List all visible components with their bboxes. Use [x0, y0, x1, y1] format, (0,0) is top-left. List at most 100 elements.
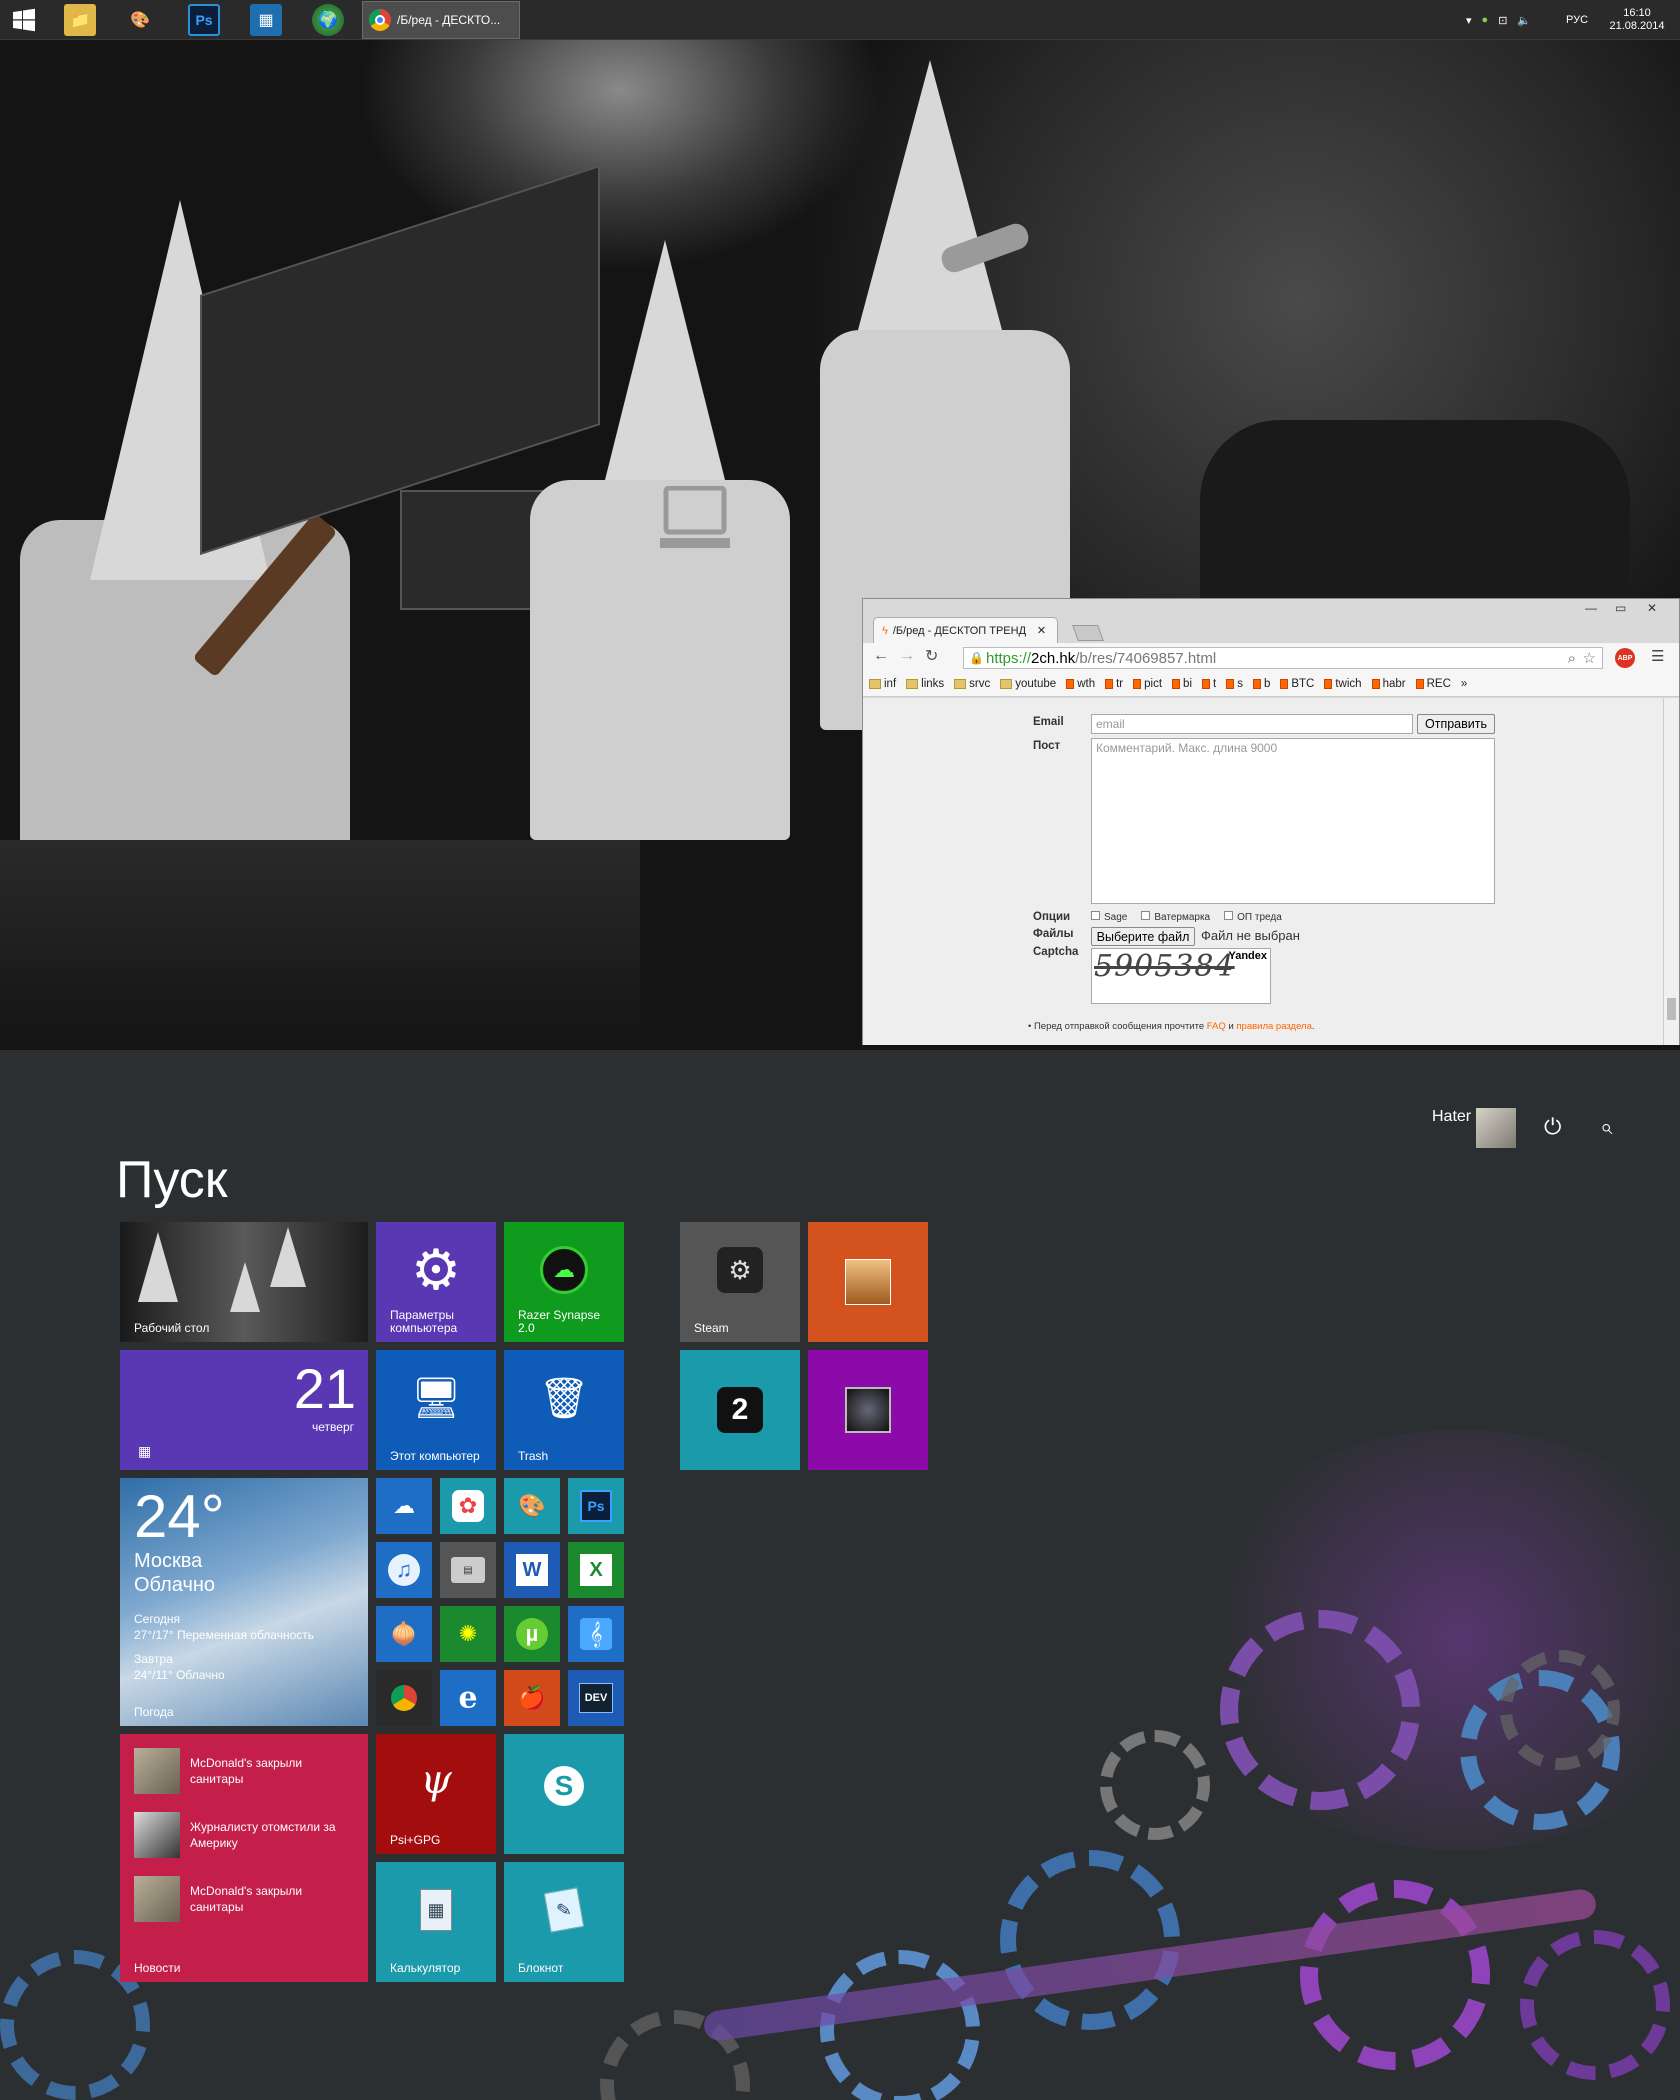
bookmark-star-icon[interactable]: ☆ [1583, 649, 1596, 667]
tile-desktop[interactable]: Рабочий стол [120, 1222, 368, 1342]
tile-ie[interactable]: e [440, 1670, 496, 1726]
tile-tor[interactable]: 🧅 [376, 1606, 432, 1662]
tile-2gis[interactable]: 2 [680, 1350, 800, 1470]
user-name[interactable]: Hater [1432, 1108, 1471, 1126]
tile-apple-app[interactable]: 🍎 [504, 1670, 560, 1726]
tile-calculator[interactable]: ▦ Калькулятор [376, 1862, 496, 1982]
bookmark-item[interactable]: bi [1172, 678, 1192, 690]
bookmark-item[interactable]: s [1226, 678, 1243, 690]
tile-word[interactable]: W [504, 1542, 560, 1598]
tile-photos[interactable]: ✿ [440, 1478, 496, 1534]
address-bar[interactable]: 🔒 https:// 2ch.hk /b/res/74069857.html ⌕… [963, 647, 1603, 669]
razer-cloud-icon: ☁ [540, 1246, 588, 1294]
bookmark-item[interactable]: srvc [954, 678, 990, 690]
bookmark-item[interactable]: twich [1324, 678, 1362, 690]
desktop-computer-icon[interactable] [660, 485, 730, 556]
tray-app-icon[interactable]: ● [1482, 14, 1489, 26]
bookmark-item[interactable]: REC [1415, 678, 1451, 690]
tile-chrome[interactable] [376, 1670, 432, 1726]
tile-steam[interactable]: ⚙ Steam [680, 1222, 800, 1342]
tile-weather[interactable]: 24° Москва Облачно Сегодня 27°/17° Перем… [120, 1478, 368, 1726]
bookmark-item[interactable]: pict [1133, 678, 1162, 690]
power-icon[interactable]: ⏻ [1544, 1114, 1561, 1140]
zoom-icon[interactable]: ⌕ [1568, 650, 1576, 667]
chrome-task-button[interactable]: /Б/ред - ДЕСКТО... [362, 1, 520, 39]
news-item[interactable]: McDonald's закрыли санитары [134, 1876, 354, 1922]
watermark-checkbox[interactable]: Ватермарка [1141, 911, 1210, 923]
tile-music-app[interactable]: 𝄞 [568, 1606, 624, 1662]
close-window-icon[interactable]: ✕ [1647, 601, 1657, 615]
news-headline: Журналисту отомстили за Америку [190, 1820, 336, 1850]
tile-settings[interactable]: ⚙ Параметры компьютера [376, 1222, 496, 1342]
weather-temp: 24° [134, 1483, 225, 1550]
tile-photoshop[interactable]: Ps [568, 1478, 624, 1534]
bookmark-item[interactable]: wth [1066, 678, 1095, 690]
news-item[interactable]: McDonald's закрыли санитары [134, 1748, 354, 1794]
email-input[interactable]: email [1091, 714, 1413, 734]
tile-news[interactable]: McDonald's закрыли санитары Журналисту о… [120, 1734, 368, 1982]
bookmark-item[interactable]: inf [869, 678, 896, 690]
forward-icon[interactable]: → [899, 647, 915, 665]
maximize-icon[interactable]: ▭ [1615, 601, 1626, 615]
new-tab-button[interactable] [1072, 625, 1104, 641]
submit-button[interactable]: Отправить [1417, 714, 1495, 734]
bookmark-item[interactable]: BTC [1280, 678, 1314, 690]
clock[interactable]: 16:10 21.08.2014 [1602, 0, 1672, 40]
tray-expand-icon[interactable]: ▾ [1466, 14, 1472, 27]
tab-close-icon[interactable]: ✕ [1037, 624, 1046, 637]
bookmark-item[interactable]: youtube [1000, 678, 1056, 690]
op-checkbox[interactable]: ОП треда [1224, 911, 1282, 923]
volume-icon[interactable]: 🔈 [1517, 14, 1531, 27]
globe-icon[interactable]: 🌍 [312, 4, 344, 36]
tile-avatar-app[interactable] [808, 1222, 928, 1342]
news-item[interactable]: Журналисту отомстили за Америку [134, 1812, 354, 1858]
bookmark-item[interactable]: t [1202, 678, 1216, 690]
user-avatar[interactable] [1476, 1108, 1516, 1148]
file-explorer-icon[interactable]: 📁 [64, 4, 96, 36]
network-icon[interactable]: ⊡ [1498, 14, 1507, 27]
reload-icon[interactable]: ↻ [925, 646, 938, 666]
bookmark-item[interactable]: b [1252, 678, 1270, 690]
tile-game[interactable] [808, 1350, 928, 1470]
tile-skype[interactable]: S [504, 1734, 624, 1854]
faq-link[interactable]: FAQ [1207, 1021, 1226, 1032]
back-icon[interactable]: ← [873, 647, 889, 665]
page-scrollbar[interactable] [1663, 698, 1679, 1045]
tile-excel[interactable]: X [568, 1542, 624, 1598]
tile-itunes[interactable]: ♫ [376, 1542, 432, 1598]
tile-paint[interactable]: 🎨 [504, 1478, 560, 1534]
tile-razer[interactable]: ☁ Razer Synapse 2.0 [504, 1222, 624, 1342]
post-textarea[interactable]: Комментарий. Макс. длина 9000 [1091, 738, 1495, 904]
menu-icon[interactable]: ☰ [1651, 647, 1664, 665]
music-note-icon: ♫ [388, 1554, 420, 1586]
windows-start-icon[interactable] [8, 4, 40, 36]
bookmark-item[interactable]: habr [1371, 678, 1406, 690]
browser-tab[interactable]: ϟ /Б/ред - ДЕСКТОП ТРЕНД ✕ [873, 617, 1058, 643]
tile-trash[interactable]: 🗑 Trash [504, 1350, 624, 1470]
tile-fun[interactable]: ▤ [440, 1542, 496, 1598]
search-icon[interactable]: ⌕ [1600, 1114, 1612, 1140]
bookmark-item[interactable]: » [1461, 678, 1467, 690]
start-title: Пуск [116, 1151, 228, 1209]
control-panel-icon[interactable]: ▦ [250, 4, 282, 36]
tile-notepad[interactable]: ✎ Блокнот [504, 1862, 624, 1982]
tile-utorrent[interactable]: µ [504, 1606, 560, 1662]
tile-calendar[interactable]: 21 четверг ▦ [120, 1350, 368, 1470]
tile-devcpp[interactable]: DEV [568, 1670, 624, 1726]
favicon-icon [1252, 679, 1261, 689]
recycle-bin-icon: 🗑 [538, 1376, 590, 1421]
rules-link[interactable]: правила раздела [1236, 1021, 1311, 1032]
tile-media[interactable]: ✺ [440, 1606, 496, 1662]
bookmark-item[interactable]: tr [1105, 678, 1123, 690]
bookmark-item[interactable]: links [906, 678, 944, 690]
adblock-icon[interactable]: ABP [1615, 648, 1635, 668]
tile-psi[interactable]: ψ Psi+GPG [376, 1734, 496, 1854]
language-indicator[interactable]: РУС [1566, 0, 1588, 40]
sage-checkbox[interactable]: Sage [1091, 911, 1127, 923]
tile-icloud[interactable]: ☁ [376, 1478, 432, 1534]
choose-file-button[interactable]: Выберите файл [1091, 927, 1195, 946]
paint-icon[interactable]: 🎨 [124, 4, 156, 36]
tile-this-pc[interactable]: 🖥 Этот компьютер [376, 1350, 496, 1470]
minimize-icon[interactable]: — [1585, 601, 1597, 615]
photoshop-icon[interactable]: Ps [188, 4, 220, 36]
